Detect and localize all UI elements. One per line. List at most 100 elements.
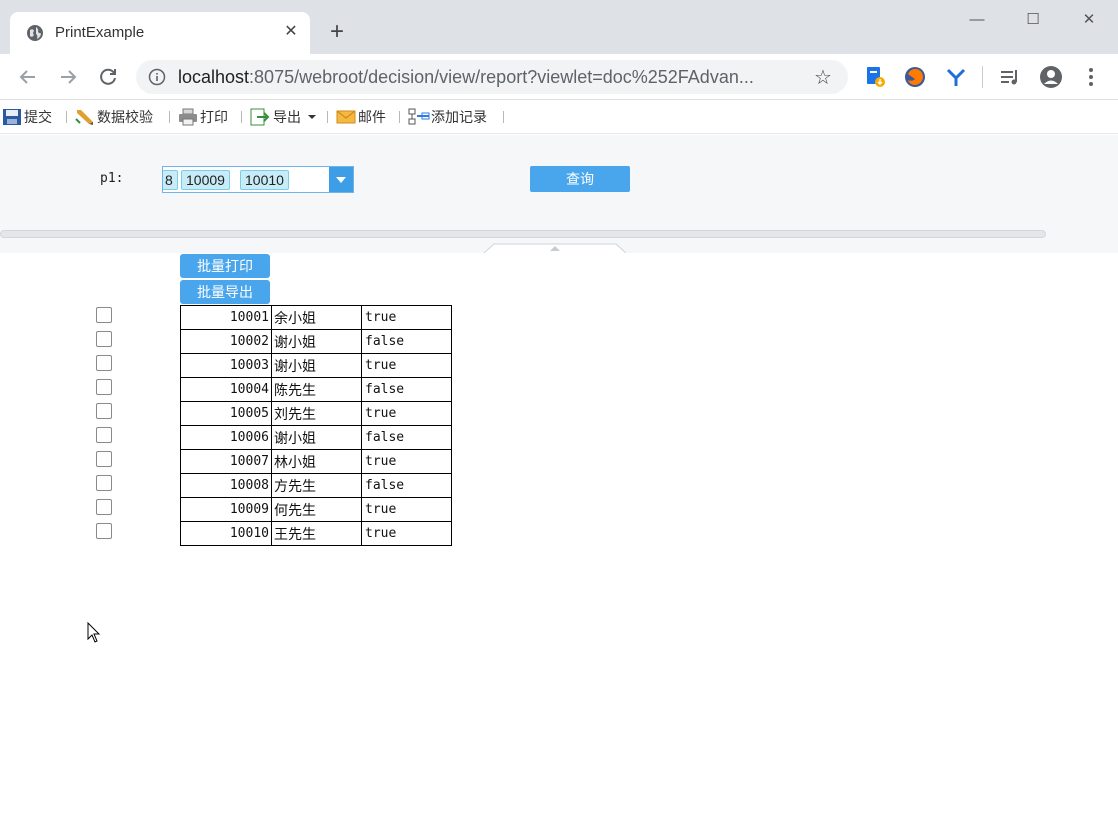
add-record-button[interactable]: 添加记录 <box>408 107 498 127</box>
row-checkbox[interactable] <box>96 331 112 347</box>
cell-id: 10002 <box>180 329 272 354</box>
row-checkbox[interactable] <box>96 499 112 515</box>
row-checkbox[interactable] <box>96 355 112 371</box>
toolbar-separator <box>982 66 983 88</box>
row-checkbox[interactable] <box>96 427 112 443</box>
table-row: 10004 陈先生 false <box>180 377 452 402</box>
selected-chip[interactable]: 10009 <box>181 170 230 190</box>
browser-menu-icon[interactable] <box>1079 65 1103 89</box>
cell-id: 10003 <box>180 353 272 378</box>
pencil-check-icon <box>75 110 93 125</box>
extension-doc-icon[interactable] <box>863 65 887 89</box>
table-row: 10009 何先生 true <box>180 497 452 522</box>
cell-name: 林小姐 <box>271 449 362 474</box>
envelope-icon <box>336 110 356 124</box>
cell-flag: true <box>361 497 452 522</box>
row-checkbox[interactable] <box>96 475 112 491</box>
table-row: 10001 余小姐 true <box>180 305 452 330</box>
cell-flag: false <box>361 425 452 450</box>
batch-export-button[interactable]: 批量导出 <box>180 280 270 304</box>
chevron-down-icon <box>308 115 316 119</box>
add-record-icon <box>408 108 430 125</box>
table-row: 10002 谢小姐 false <box>180 329 452 354</box>
submit-button[interactable]: 提交 <box>2 107 58 127</box>
globe-icon <box>27 25 43 41</box>
selected-chip[interactable]: 10010 <box>240 170 289 190</box>
table-row: 10010 王先生 true <box>180 521 452 546</box>
cell-name: 刘先生 <box>271 401 362 426</box>
cell-id: 10004 <box>180 377 272 402</box>
row-checkbox[interactable] <box>96 403 112 419</box>
selected-chip[interactable]: 8 <box>163 170 178 190</box>
report-table: 10001 余小姐 true 10002 谢小姐 false 10003 谢小姐 true 100… <box>180 305 452 546</box>
row-checkbox[interactable] <box>96 451 112 467</box>
cell-name: 何先生 <box>271 497 362 522</box>
browser-navbar: localhost:8075/webroot/decision/view/rep… <box>0 54 1118 100</box>
extension-y-icon[interactable] <box>944 65 968 89</box>
address-bar[interactable]: localhost:8075/webroot/decision/view/rep… <box>136 60 848 94</box>
cell-name: 余小姐 <box>271 305 362 330</box>
cell-id: 10009 <box>180 497 272 522</box>
media-playlist-icon[interactable] <box>998 65 1022 89</box>
table-row: 10006 谢小姐 false <box>180 425 452 450</box>
tab-close-icon[interactable]: ✕ <box>281 22 301 42</box>
cell-flag: false <box>361 329 452 354</box>
table-row: 10003 谢小姐 true <box>180 353 452 378</box>
cell-id: 10007 <box>180 449 272 474</box>
dropdown-arrow-icon[interactable] <box>329 167 353 192</box>
toolbar-separator <box>503 111 504 123</box>
window-maximize-button[interactable]: ☐ <box>1018 8 1048 32</box>
cell-id: 10001 <box>180 305 272 330</box>
cell-name: 方先生 <box>271 473 362 498</box>
new-tab-button[interactable]: + <box>325 20 349 44</box>
row-checkbox[interactable] <box>96 523 112 539</box>
p1-multiselect-combo[interactable]: 8 10009 10010 <box>162 166 354 193</box>
cell-id: 10008 <box>180 473 272 498</box>
mail-button[interactable]: 邮件 <box>336 107 392 127</box>
forward-arrow-icon[interactable] <box>54 63 82 91</box>
window-close-button[interactable]: ✕ <box>1074 8 1104 32</box>
print-button[interactable]: 打印 <box>178 107 234 127</box>
data-validate-button[interactable]: 数据校验 <box>75 107 161 127</box>
cell-id: 10005 <box>180 401 272 426</box>
window-minimize-button[interactable]: — <box>962 8 992 32</box>
table-row: 10008 方先生 false <box>180 473 452 498</box>
profile-avatar-icon[interactable] <box>1039 65 1063 89</box>
toolbar-separator <box>241 111 242 123</box>
cell-flag: true <box>361 521 452 546</box>
back-arrow-icon[interactable] <box>14 63 42 91</box>
cell-name: 陈先生 <box>271 377 362 402</box>
cell-flag: false <box>361 377 452 402</box>
row-checkbox[interactable] <box>96 307 112 323</box>
cell-id: 10010 <box>180 521 272 546</box>
bookmark-star-icon[interactable]: ☆ <box>814 65 832 90</box>
toolbar-separator <box>399 111 400 123</box>
printer-icon <box>179 108 197 126</box>
toolbar-separator <box>327 111 328 123</box>
save-disk-icon <box>3 109 21 125</box>
cell-id: 10006 <box>180 425 272 450</box>
toolbar-separator <box>66 111 67 123</box>
browser-tab[interactable]: PrintExample ✕ <box>10 12 310 54</box>
reload-icon[interactable] <box>94 63 122 91</box>
table-row: 10007 林小姐 true <box>180 449 452 474</box>
cell-flag: true <box>361 401 452 426</box>
cell-flag: false <box>361 473 452 498</box>
info-icon[interactable] <box>148 68 166 86</box>
horizontal-scrollbar[interactable] <box>0 230 1046 238</box>
batch-print-button[interactable]: 批量打印 <box>180 254 270 278</box>
table-row: 10005 刘先生 true <box>180 401 452 426</box>
cell-flag: true <box>361 449 452 474</box>
tab-title: PrintExample <box>55 24 145 41</box>
collapse-pane-icon[interactable] <box>484 243 626 253</box>
query-button[interactable]: 查询 <box>530 166 630 192</box>
p1-label: p1: <box>100 171 124 186</box>
extension-firefox-icon[interactable] <box>903 65 927 89</box>
row-checkbox[interactable] <box>96 379 112 395</box>
url-text[interactable]: localhost:8075/webroot/decision/view/rep… <box>178 67 754 88</box>
cell-flag: true <box>361 353 452 378</box>
report-toolbar: 提交 数据校验 打印 导出 邮件 添加记录 <box>0 100 1118 134</box>
cell-flag: true <box>361 305 452 330</box>
cell-name: 王先生 <box>271 521 362 546</box>
export-dropdown-button[interactable]: 导出 <box>250 107 320 127</box>
